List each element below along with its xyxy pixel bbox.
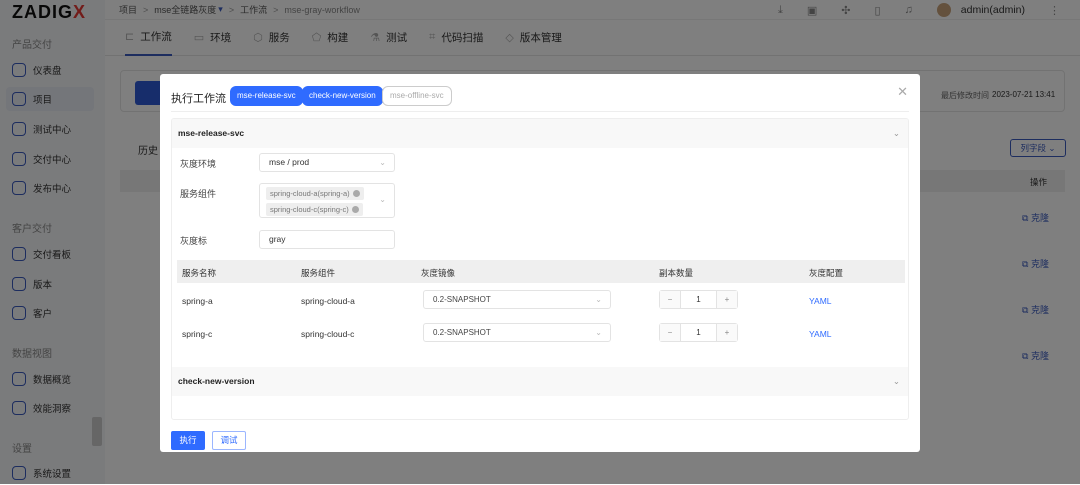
service-name: spring-a	[182, 296, 213, 306]
minus-button[interactable]: −	[660, 324, 680, 341]
column-header: 灰度镜像	[421, 268, 456, 278]
section-header-check-new-version[interactable]: check-new-version ⌄	[172, 367, 908, 396]
debug-button[interactable]: 调试	[212, 431, 246, 450]
plus-button[interactable]: +	[717, 324, 737, 341]
run-workflow-dialog: 执行工作流 mse-release-svc check-new-version …	[160, 74, 920, 452]
workflow-config-panel: mse-release-svc ⌄ 灰度环境 mse / prod ⌄ 服务组件 s…	[171, 118, 909, 420]
run-button[interactable]: 执行	[171, 431, 205, 450]
services-table-header	[177, 260, 905, 283]
workflow-tag-mse-offline-svc[interactable]: mse-offline-svc	[382, 86, 452, 106]
chevron-down-icon: ⌄	[595, 295, 602, 304]
remove-chip-icon[interactable]	[351, 206, 359, 213]
yaml-link[interactable]: YAML	[809, 296, 832, 306]
divider	[171, 111, 909, 112]
column-header: 副本数量	[659, 268, 694, 278]
chevron-down-icon: ⌄	[595, 328, 602, 337]
service-components-select[interactable]: spring-cloud-a(spring-a) spring-cloud-c(…	[259, 183, 395, 218]
chevron-down-icon[interactable]: ⌄	[893, 367, 900, 396]
chevron-down-icon: ⌄	[379, 195, 386, 204]
image-select[interactable]: 0.2-SNAPSHOT ⌄	[423, 290, 611, 309]
column-header: 服务组件	[301, 268, 336, 278]
chevron-down-icon: ⌄	[379, 158, 386, 167]
column-header: 服务名称	[182, 268, 217, 278]
yaml-link[interactable]: YAML	[809, 329, 832, 339]
replicas-stepper[interactable]: −1 +	[659, 290, 738, 309]
gray-tag-label: 灰度标	[180, 236, 208, 246]
component-chip: spring-cloud-c(spring-c)	[266, 203, 363, 216]
env-label: 灰度环境	[180, 159, 217, 169]
svc-label: 服务组件	[180, 189, 217, 199]
chevron-down-icon[interactable]: ⌄	[893, 119, 900, 148]
workflow-tag-check-new-version[interactable]: check-new-version	[302, 86, 383, 106]
service-name: spring-c	[182, 329, 213, 339]
column-header: 灰度配置	[809, 268, 844, 278]
section-header-mse-release-svc[interactable]: mse-release-svc ⌄	[172, 119, 908, 148]
close-icon[interactable]: ✕	[897, 84, 908, 100]
env-select[interactable]: mse / prod ⌄	[259, 153, 395, 172]
remove-chip-icon[interactable]	[352, 190, 360, 197]
dialog-title: 执行工作流	[171, 93, 226, 105]
image-select[interactable]: 0.2-SNAPSHOT ⌄	[423, 323, 611, 342]
workflow-tag-mse-release-svc[interactable]: mse-release-svc	[230, 86, 303, 106]
plus-button[interactable]: +	[717, 291, 737, 308]
service-component: spring-cloud-a	[301, 296, 355, 306]
gray-tag-input[interactable]: gray	[259, 230, 395, 249]
replicas-stepper[interactable]: −1 +	[659, 323, 738, 342]
component-chip: spring-cloud-a(spring-a)	[266, 187, 364, 200]
minus-button[interactable]: −	[660, 291, 680, 308]
service-component: spring-cloud-c	[301, 329, 355, 339]
